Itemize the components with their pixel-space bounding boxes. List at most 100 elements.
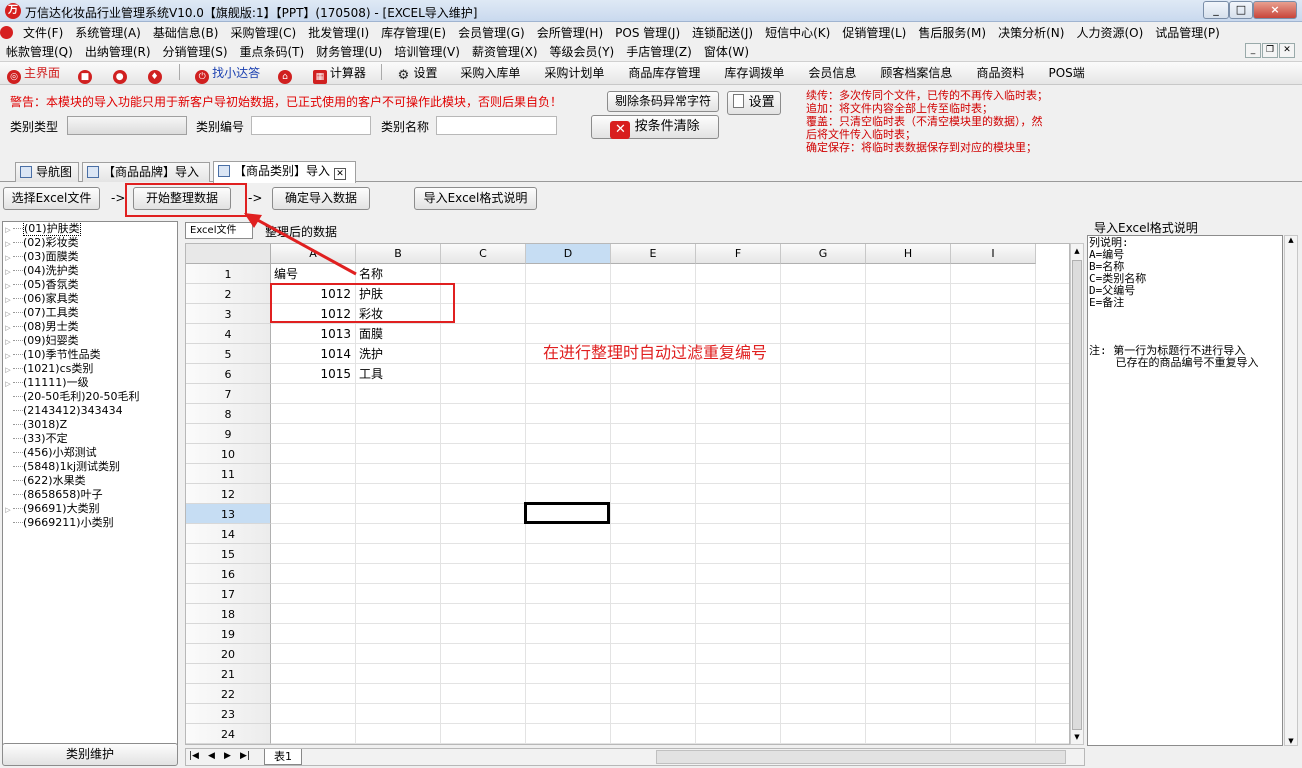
tree-item[interactable]: ▷ (03)面膜类 bbox=[3, 250, 177, 264]
menu-item[interactable]: 文件(F) bbox=[17, 22, 69, 41]
tree-item[interactable]: ▷ (06)家具类 bbox=[3, 292, 177, 306]
chat-button[interactable]: ● bbox=[106, 62, 137, 84]
remove-barcode-button[interactable]: 剔除条码异常字符 bbox=[607, 91, 719, 112]
tab-navigation[interactable]: 导航图 bbox=[15, 162, 79, 182]
expand-icon[interactable]: ▷ bbox=[3, 321, 13, 335]
row-header[interactable]: 8 bbox=[186, 404, 271, 424]
clear-button[interactable]: ✕ 按条件清除 bbox=[591, 115, 719, 139]
expand-icon[interactable]: ▷ bbox=[3, 503, 13, 517]
tree-item[interactable]: ▷ (08)男士类 bbox=[3, 320, 177, 334]
table-cell[interactable]: 1014 bbox=[274, 344, 351, 364]
menu-item[interactable]: 试品管理(P) bbox=[1149, 22, 1226, 41]
minimize-button[interactable]: _ bbox=[1203, 1, 1229, 19]
menu-item[interactable]: 短信中心(K) bbox=[759, 22, 836, 41]
quick-link[interactable]: 采购计划单 bbox=[532, 62, 616, 84]
select-excel-button[interactable]: 选择Excel文件 bbox=[3, 187, 100, 210]
table-cell[interactable]: 1013 bbox=[274, 324, 351, 344]
first-sheet-icon[interactable]: |◀ bbox=[189, 751, 199, 761]
expand-icon[interactable]: ▷ bbox=[3, 223, 13, 237]
row-header[interactable]: 9 bbox=[186, 424, 271, 444]
tree-item[interactable]: (3018)Z bbox=[3, 418, 177, 432]
table-cell[interactable]: 洗护 bbox=[359, 344, 436, 364]
row-header[interactable]: 12 bbox=[186, 484, 271, 504]
column-header[interactable]: C bbox=[441, 244, 526, 264]
table-cell[interactable]: 面膜 bbox=[359, 324, 436, 344]
menu-item[interactable]: 系统管理(A) bbox=[69, 22, 147, 41]
menu-item[interactable]: 窗体(W) bbox=[698, 41, 755, 60]
row-header[interactable]: 2 bbox=[186, 284, 271, 304]
row-header[interactable]: 4 bbox=[186, 324, 271, 344]
menu-item[interactable]: 促销管理(L) bbox=[836, 22, 912, 41]
menu-item[interactable]: 采购管理(C) bbox=[224, 22, 302, 41]
menu-item[interactable]: 基础信息(B) bbox=[147, 22, 225, 41]
tree-item[interactable]: (9669211)小类别 bbox=[3, 516, 177, 530]
quick-link[interactable]: POS端 bbox=[1036, 62, 1096, 84]
code-input[interactable] bbox=[251, 116, 371, 135]
column-header[interactable]: G bbox=[781, 244, 866, 264]
menu-item[interactable]: 批发管理(I) bbox=[302, 22, 375, 41]
selected-cell[interactable] bbox=[524, 502, 610, 524]
row-header[interactable]: 10 bbox=[186, 444, 271, 464]
maximize-button[interactable]: □ bbox=[1229, 1, 1253, 19]
expand-icon[interactable]: ▷ bbox=[3, 363, 13, 377]
menu-item[interactable]: 决策分析(N) bbox=[992, 22, 1070, 41]
menu-item[interactable]: 售后服务(M) bbox=[912, 22, 992, 41]
mdi-close-button[interactable]: ✕ bbox=[1279, 43, 1295, 58]
format-help-button[interactable]: 导入Excel格式说明 bbox=[414, 187, 537, 210]
menu-item[interactable]: 库存管理(E) bbox=[375, 22, 452, 41]
format-panel-scrollbar[interactable]: ▲ ▼ bbox=[1284, 235, 1298, 746]
quick-link[interactable]: 库存调拨单 bbox=[712, 62, 796, 84]
find-button[interactable]: ⏻ 找小达答 bbox=[188, 62, 267, 84]
row-header[interactable]: 18 bbox=[186, 604, 271, 624]
menu-item[interactable]: 出纳管理(R) bbox=[79, 41, 157, 60]
sheet-tab[interactable]: 表1 bbox=[264, 749, 302, 765]
row-header[interactable]: 24 bbox=[186, 724, 271, 744]
quick-link[interactable]: 商品库存管理 bbox=[616, 62, 712, 84]
name-input[interactable] bbox=[436, 116, 557, 135]
tab-brand-import[interactable]: 【商品品牌】导入 bbox=[82, 162, 210, 182]
close-button[interactable]: × bbox=[1253, 1, 1297, 19]
next-sheet-icon[interactable]: ▶ bbox=[224, 751, 231, 761]
row-header[interactable]: 16 bbox=[186, 564, 271, 584]
tree-item[interactable]: ▷ (09)妇婴类 bbox=[3, 334, 177, 348]
scroll-up-icon[interactable]: ▲ bbox=[1285, 236, 1297, 244]
menu-item[interactable]: 手店管理(Z) bbox=[620, 41, 698, 60]
tree-item[interactable]: (8658658)叶子 bbox=[3, 488, 177, 502]
tree-item[interactable]: ▷ (07)工具类 bbox=[3, 306, 177, 320]
shield-button[interactable]: ♦ bbox=[141, 62, 172, 84]
tab-close-icon[interactable]: ✕ bbox=[334, 168, 347, 180]
row-header[interactable]: 6 bbox=[186, 364, 271, 384]
expand-icon[interactable]: ▷ bbox=[3, 335, 13, 349]
expand-icon[interactable]: ▷ bbox=[3, 349, 13, 363]
menu-item[interactable]: 等级会员(Y) bbox=[544, 41, 621, 60]
menu-item[interactable]: POS 管理(J) bbox=[609, 22, 686, 41]
tree-item[interactable]: (2143412)343434 bbox=[3, 404, 177, 418]
confirm-import-button[interactable]: 确定导入数据 bbox=[272, 187, 370, 210]
expand-icon[interactable]: ▷ bbox=[3, 251, 13, 265]
tree-item[interactable]: (622)水果类 bbox=[3, 474, 177, 488]
row-header[interactable]: 15 bbox=[186, 544, 271, 564]
tree-item[interactable]: (33)不定 bbox=[3, 432, 177, 446]
quick-link[interactable]: 商品资料 bbox=[964, 62, 1036, 84]
calculator-button[interactable]: ▦ 计算器 bbox=[306, 62, 373, 84]
menu-item[interactable]: 财务管理(U) bbox=[310, 41, 388, 60]
menu-item[interactable]: 会所管理(H) bbox=[531, 22, 609, 41]
expand-icon[interactable]: ▷ bbox=[3, 237, 13, 251]
mdi-restore-button[interactable]: ❐ bbox=[1262, 43, 1278, 58]
tree-item[interactable]: (456)小郑测试 bbox=[3, 446, 177, 460]
row-header[interactable]: 17 bbox=[186, 584, 271, 604]
expand-icon[interactable]: ▷ bbox=[3, 293, 13, 307]
table-cell[interactable]: 工具 bbox=[359, 364, 436, 384]
type-select[interactable] bbox=[67, 116, 187, 135]
main-screen-button[interactable]: ◎ 主界面 bbox=[0, 62, 67, 84]
tree-item[interactable]: ▷ (04)洗护类 bbox=[3, 264, 177, 278]
tree-item[interactable]: (5848)1kj测试类别 bbox=[3, 460, 177, 474]
vertical-scrollbar[interactable]: ▲ ▼ bbox=[1070, 243, 1084, 745]
row-header[interactable]: 23 bbox=[186, 704, 271, 724]
menu-item[interactable]: 薪资管理(X) bbox=[466, 41, 544, 60]
menu-item[interactable]: 人力资源(O) bbox=[1070, 22, 1149, 41]
column-header[interactable]: E bbox=[611, 244, 696, 264]
mdi-minimize-button[interactable]: _ bbox=[1245, 43, 1261, 58]
tree-item[interactable]: ▷ (11111)一级 bbox=[3, 376, 177, 390]
expand-icon[interactable]: ▷ bbox=[3, 377, 13, 391]
